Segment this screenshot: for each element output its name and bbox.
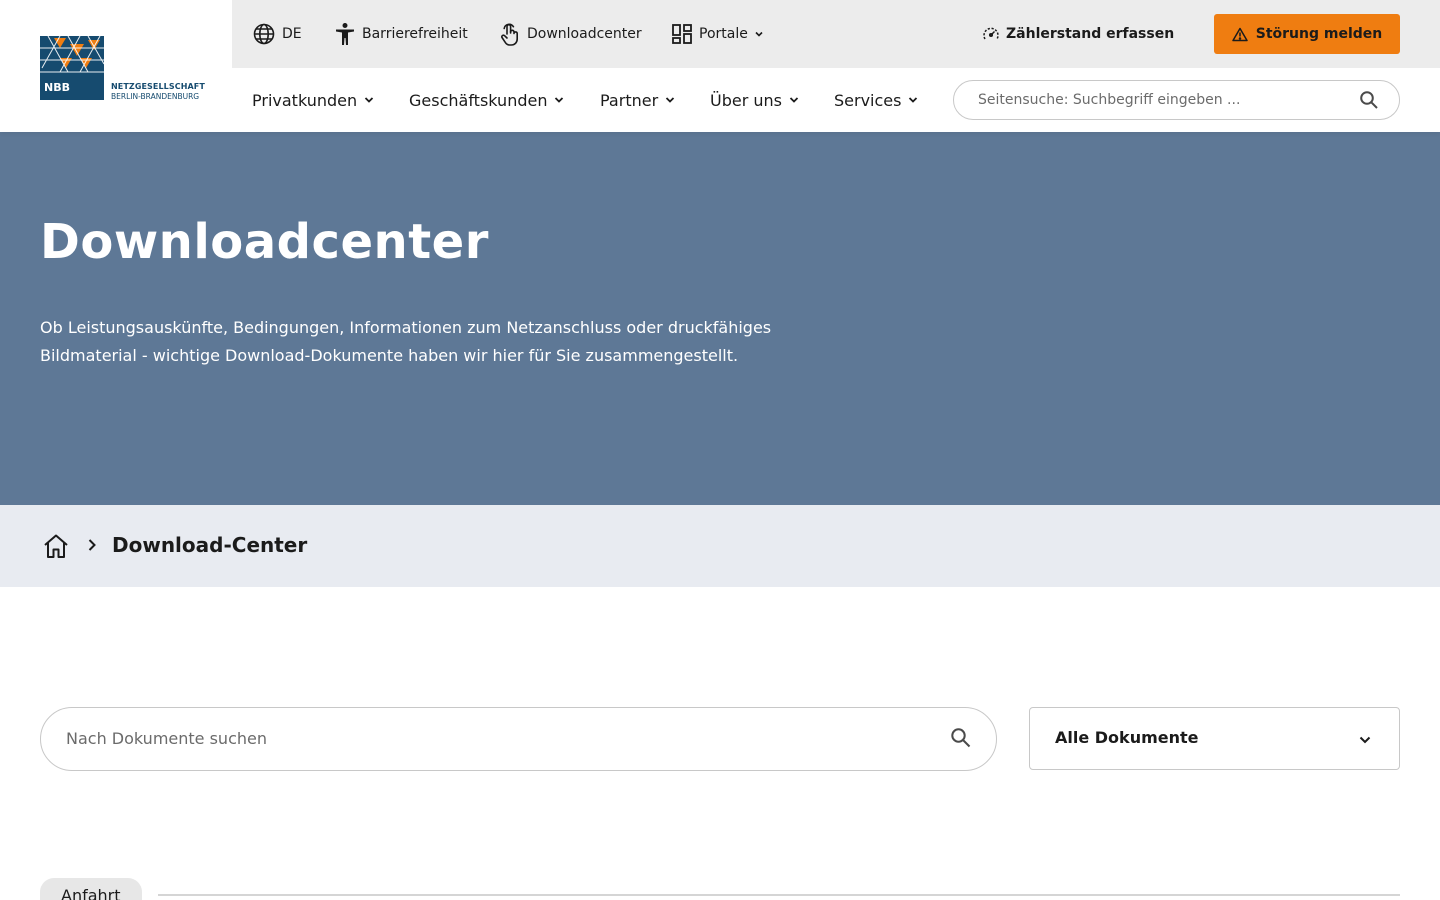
breadcrumb: Download-Center xyxy=(0,505,1440,587)
chevron-down-icon xyxy=(555,97,564,103)
meter-reading-link[interactable]: Zählerstand erfassen xyxy=(982,0,1174,68)
warning-icon xyxy=(1232,27,1248,41)
chevron-down-icon xyxy=(755,31,763,37)
globe-icon xyxy=(253,23,275,45)
page-title: Downloadcenter xyxy=(40,214,489,270)
accessibility-icon xyxy=(336,23,354,45)
document-search-input[interactable] xyxy=(66,708,926,769)
nav-item-label: Über uns xyxy=(710,90,782,110)
search-icon[interactable] xyxy=(1359,90,1379,110)
document-search xyxy=(40,707,997,771)
report-outage-button[interactable]: Störung melden xyxy=(1214,14,1400,54)
gauge-icon xyxy=(983,27,999,40)
language-label: DE xyxy=(282,26,302,42)
logo-badge-text: NBB xyxy=(44,81,70,94)
document-type-value: Alle Dokumente xyxy=(1055,728,1199,747)
nav-item-partner[interactable]: Partner xyxy=(600,68,676,132)
accessibility-label: Barrierefreiheit xyxy=(362,26,468,42)
dashboard-icon xyxy=(672,24,692,44)
touch-icon xyxy=(501,23,518,46)
portale-label: Portale xyxy=(699,26,748,42)
service-bar: DE Barrierefreiheit Downloadcenter Porta… xyxy=(232,0,1440,68)
nav-item-ueber-uns[interactable]: Über uns xyxy=(710,68,800,132)
nav-item-privatkunden[interactable]: Privatkunden xyxy=(252,68,375,132)
nav-item-geschaeftskunden[interactable]: Geschäftskunden xyxy=(409,68,565,132)
hero-description: Ob Leistungsauskünfte, Bedingungen, Info… xyxy=(40,318,772,365)
chevron-down-icon xyxy=(789,97,799,103)
nav-item-label: Privatkunden xyxy=(252,90,358,110)
site-search-input[interactable] xyxy=(978,81,1338,118)
site-header: NBB NETZGESELLSCHAFT BERLIN-BRANDENBURG … xyxy=(0,0,1440,132)
category-tab-anfahrt[interactable]: Anfahrt xyxy=(40,878,142,900)
search-icon[interactable] xyxy=(950,727,972,749)
logo-line-1: NETZGESELLSCHAFT xyxy=(111,81,205,91)
chevron-down-icon xyxy=(909,97,918,103)
nav-item-label: Services xyxy=(834,90,902,110)
accessibility-link[interactable]: Barrierefreiheit xyxy=(334,0,468,68)
category-divider xyxy=(158,894,1400,896)
language-switch[interactable]: DE xyxy=(252,0,302,68)
meter-reading-label: Zählerstand erfassen xyxy=(1006,26,1175,42)
site-search xyxy=(953,80,1400,120)
hero-banner: Downloadcenter Ob Leistungsauskünfte, Be… xyxy=(0,132,1440,505)
nbb-logo-icon: NBB xyxy=(40,36,104,100)
chevron-right-icon xyxy=(88,539,96,551)
home-icon[interactable] xyxy=(42,532,70,560)
breadcrumb-current: Download-Center xyxy=(112,533,308,557)
report-outage-label: Störung melden xyxy=(1255,26,1383,42)
chevron-down-icon xyxy=(666,97,675,103)
nbb-logo[interactable]: NBB NETZGESELLSCHAFT BERLIN-BRANDENBURG xyxy=(40,34,205,100)
nav-item-label: Geschäftskunden xyxy=(409,90,548,110)
logo-wordmark: NETZGESELLSCHAFT BERLIN-BRANDENBURG xyxy=(111,81,205,101)
portale-dropdown[interactable]: Portale xyxy=(671,0,764,68)
chevron-down-icon xyxy=(1359,736,1371,744)
nav-item-services[interactable]: Services xyxy=(834,68,919,132)
logo-line-2: BERLIN-BRANDENBURG xyxy=(111,91,200,101)
chevron-down-icon xyxy=(365,97,374,103)
category-label: Anfahrt xyxy=(61,886,121,900)
downloadcenter-label: Downloadcenter xyxy=(527,26,642,42)
downloadcenter-link[interactable]: Downloadcenter xyxy=(499,0,642,68)
nav-item-label: Partner xyxy=(600,90,659,110)
document-type-select[interactable]: Alle Dokumente xyxy=(1029,707,1400,770)
